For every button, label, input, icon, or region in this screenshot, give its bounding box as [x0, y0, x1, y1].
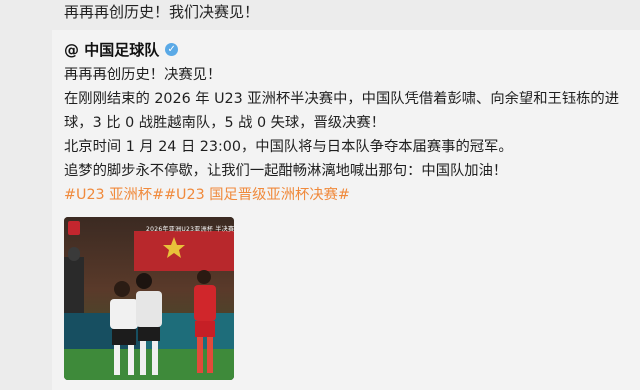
hashtag-u23-asian-cup[interactable]: #U23 亚洲杯# [64, 187, 164, 203]
post-line: 追梦的脚步永不停歇，让我们一起酣畅淋漓地喊出那句：中国队加油！ [64, 163, 508, 179]
post-line: 北京时间 1 月 24 日 23:00，中国队将与日本队争夺本届赛事的冠军。 [64, 139, 513, 155]
page-title: 再再再创历史！我们决赛见！ [64, 3, 260, 21]
post-line: 在刚刚结束的 2026 年 U23 亚洲杯半决赛中，中国队凭借着彭啸、向余望和王… [64, 91, 620, 107]
post-line: 再再再创历史！决赛见！ [64, 67, 222, 83]
post-author-row[interactable]: @ 中国足球队 ✓ [64, 39, 179, 60]
post-line: 球，3 比 0 战胜越南队，5 战 0 失球，晋级决赛！ [64, 115, 385, 131]
author-name[interactable]: @ 中国足球队 [64, 39, 159, 60]
team-crest-icon [68, 221, 80, 235]
verified-badge-icon: ✓ [165, 42, 179, 56]
match-photo [64, 217, 234, 380]
post-body: 再再再创历史！决赛见！ 在刚刚结束的 2026 年 U23 亚洲杯半决赛中，中国… [64, 63, 624, 183]
hashtag-row: #U23 亚洲杯##U23 国足晋级亚洲杯决赛# [64, 183, 350, 207]
post-image[interactable]: 2026年亚洲U23亚洲杯 半决赛 [64, 217, 234, 380]
hashtag-u23-final[interactable]: #U23 国足晋级亚洲杯决赛# [164, 187, 350, 203]
image-caption: 2026年亚洲U23亚洲杯 半决赛 [146, 226, 234, 233]
